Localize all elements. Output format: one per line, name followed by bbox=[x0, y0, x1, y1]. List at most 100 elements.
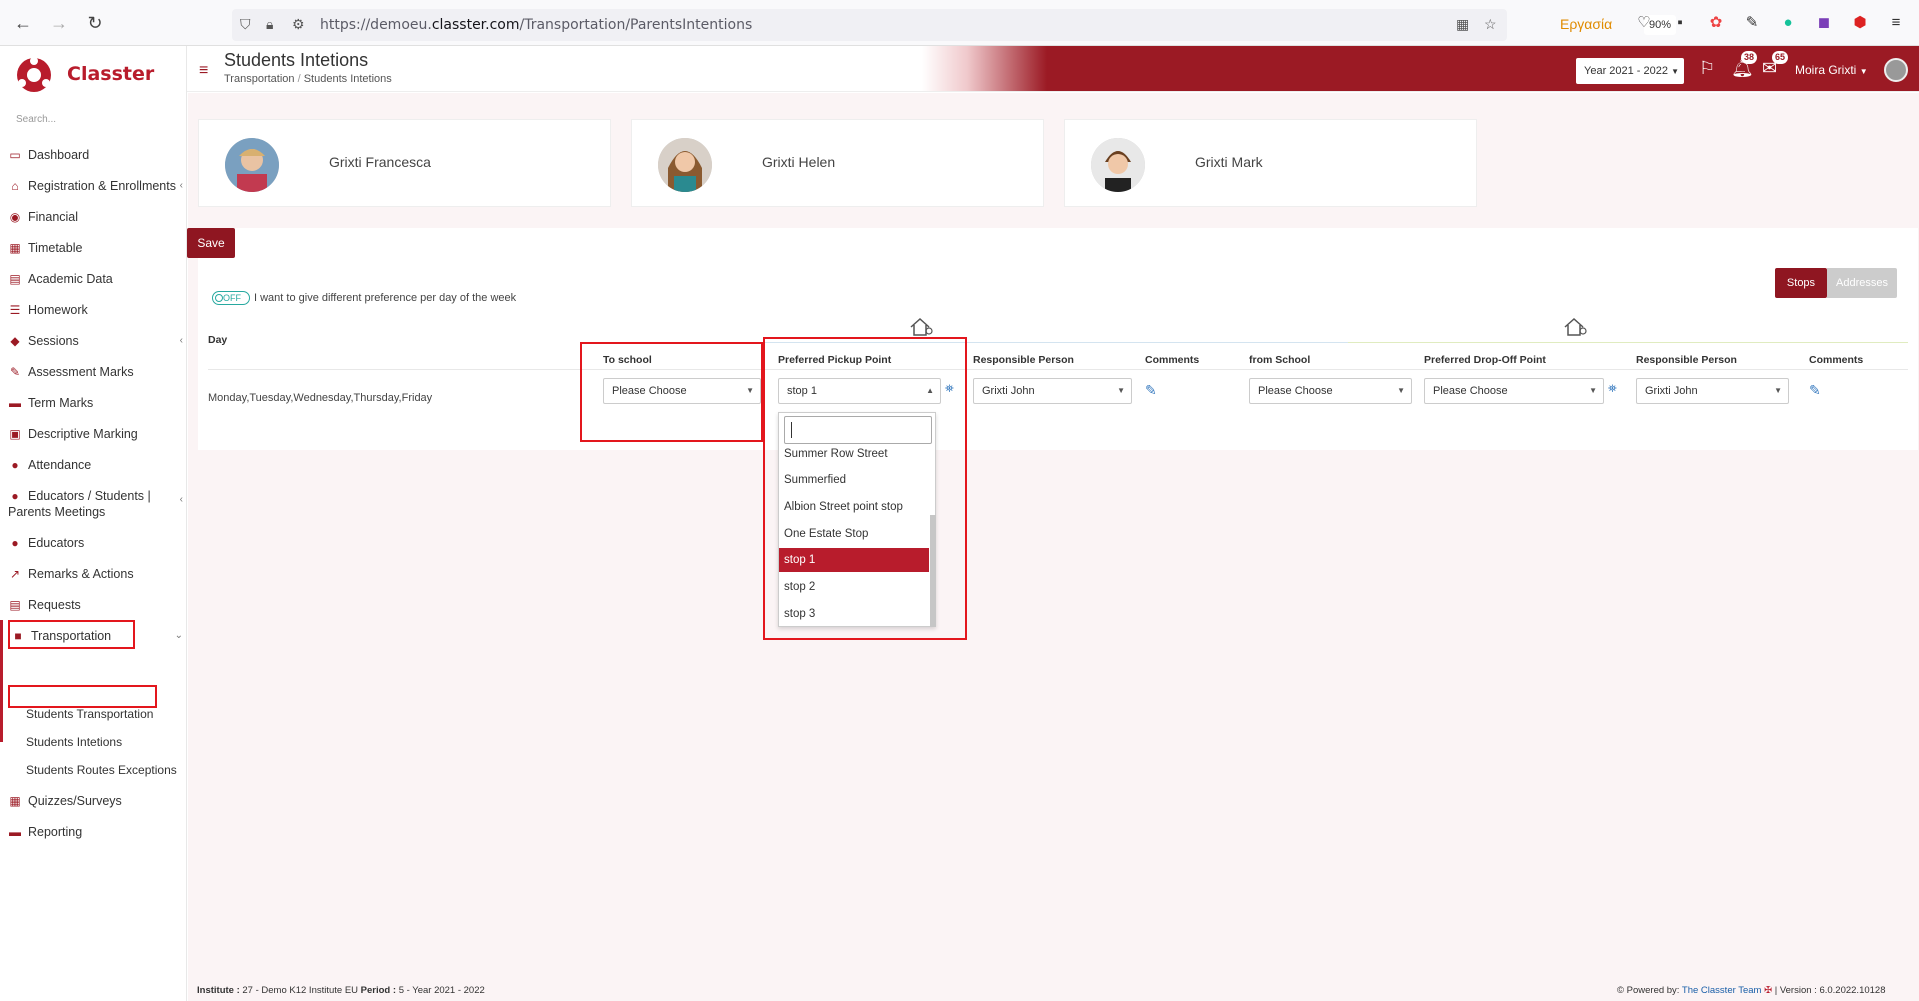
day-cell: Monday,Tuesday,Wednesday,Thursday,Friday bbox=[208, 392, 433, 404]
dropoff-location-icon[interactable]: ⛯ bbox=[1608, 383, 1617, 396]
forward-icon[interactable]: → bbox=[48, 12, 70, 34]
sidebar-sub-students-transportation[interactable]: Students Transportation bbox=[26, 707, 153, 721]
extensions-icon[interactable]: ▪ bbox=[1671, 14, 1689, 32]
year-select[interactable]: Year 2021 - 2022 ▼ bbox=[1576, 58, 1684, 84]
from-school-divider bbox=[1348, 342, 1908, 343]
qr-icon[interactable]: ▦ bbox=[1456, 16, 1469, 33]
avatar bbox=[1091, 138, 1145, 192]
highlight-pickup-column bbox=[763, 337, 967, 640]
meeting-icon: ● bbox=[11, 489, 19, 503]
print-icon: ▬ bbox=[9, 825, 21, 839]
chevron-down-icon: ⌄ bbox=[174, 630, 183, 641]
star-icon[interactable]: ☆ bbox=[1484, 16, 1497, 33]
sidebar-item-assessment-marks[interactable]: ✎ Assessment Marks bbox=[0, 360, 187, 384]
address-bar[interactable]: ⛉ 🔒︎ ⚙ https://demoeu.classter.com/Trans… bbox=[232, 9, 1676, 41]
messages-badge: 65 bbox=[1772, 51, 1789, 64]
sidebar-item-quizzes[interactable]: ▦ Quizzes/Surveys bbox=[0, 789, 187, 813]
sidebar-item-reporting[interactable]: ▬ Reporting bbox=[0, 820, 187, 844]
save-button[interactable]: Save bbox=[187, 228, 235, 258]
caret-down-icon: ▼ bbox=[1859, 67, 1868, 76]
footer-powered: © Powered by: The Classter Team ✠ | Vers… bbox=[1617, 985, 1886, 996]
flag-icon[interactable]: ⚐ bbox=[1699, 58, 1715, 79]
responsible-to-select[interactable]: Grixti John ▼ bbox=[973, 378, 1132, 404]
main-content: Grixti Francesca Grixti Helen Grixti Mar… bbox=[187, 93, 1919, 1001]
sidebar-item-descriptive-marking[interactable]: ▣ Descriptive Marking bbox=[0, 422, 187, 446]
student-card-helen[interactable]: Grixti Helen bbox=[631, 119, 1044, 207]
envelope-icon[interactable]: ✉ 65 bbox=[1762, 51, 1789, 79]
sidebar-item-timetable[interactable]: ▦ Timetable bbox=[0, 236, 187, 260]
header-comments-from: Comments bbox=[1809, 354, 1864, 366]
url-text: https://demoeu.classter.com/Transportati… bbox=[320, 17, 753, 33]
back-icon[interactable]: ← bbox=[12, 12, 34, 34]
highlight-to-school-column bbox=[580, 342, 763, 442]
adblock-icon[interactable]: ⬢ bbox=[1851, 14, 1869, 32]
chevron-left-icon: ‹ bbox=[179, 180, 183, 191]
chart-icon: ↗ bbox=[9, 567, 21, 581]
sidebar-item-financial[interactable]: ◉ Financial bbox=[0, 205, 187, 229]
student-card-francesca[interactable]: Grixti Francesca bbox=[198, 119, 611, 207]
caret-down-icon: ▼ bbox=[1671, 67, 1679, 76]
coins-icon: ◉ bbox=[9, 210, 21, 224]
sidebar-search[interactable]: Search... bbox=[16, 114, 56, 125]
request-icon: ▤ bbox=[9, 598, 21, 612]
classter-team-link[interactable]: The Classter Team bbox=[1682, 985, 1762, 996]
color-wheel-icon[interactable]: ✿ bbox=[1707, 14, 1725, 32]
bell-icon[interactable]: 🔔︎ 38 bbox=[1731, 51, 1758, 79]
list-icon: ☰ bbox=[9, 303, 21, 317]
breadcrumb: Transportation / Students Intetions bbox=[224, 73, 392, 85]
sidebar-item-dashboard[interactable]: ▭ Dashboard bbox=[0, 143, 187, 167]
header-dropoff-point: Preferred Drop-Off Point bbox=[1424, 354, 1546, 366]
header-divider bbox=[208, 369, 1908, 370]
caret-down-icon: ▼ bbox=[1589, 386, 1597, 395]
sidebar-item-registration[interactable]: ⌂ Registration & Enrollments ‹ bbox=[0, 174, 187, 198]
student-card-mark[interactable]: Grixti Mark bbox=[1064, 119, 1477, 207]
monitor-icon: ▭ bbox=[9, 148, 21, 162]
sidebar-item-remarks[interactable]: ↗ Remarks & Actions bbox=[0, 562, 187, 586]
permissions-icon: ⚙ bbox=[292, 16, 305, 32]
institution-icon: ⌂ bbox=[11, 179, 19, 193]
dropoff-point-select[interactable]: Please Choose ▼ bbox=[1424, 378, 1604, 404]
reload-icon[interactable]: ↻ bbox=[84, 12, 106, 34]
sidebar-item-homework[interactable]: ☰ Homework bbox=[0, 298, 187, 322]
book-icon: ▬ bbox=[9, 396, 21, 410]
footer-info: Institute : 27 - Demo K12 Institute EU P… bbox=[197, 985, 485, 996]
bookmark-ext-icon[interactable]: ◼ bbox=[1815, 14, 1833, 32]
menu-icon[interactable]: ≡ bbox=[1887, 14, 1905, 32]
from-school-select[interactable]: Please Choose ▼ bbox=[1249, 378, 1412, 404]
highlight-students-intetions bbox=[8, 685, 157, 708]
grammarly-icon[interactable]: ● bbox=[1779, 14, 1797, 32]
sidebar-item-academic-data[interactable]: ▤ Academic Data bbox=[0, 267, 187, 291]
comments-to-edit-icon[interactable]: ✎ bbox=[1145, 382, 1157, 399]
page-header: ≡ Students Intetions Transportation / St… bbox=[187, 46, 1919, 92]
header-responsible-to: Responsible Person bbox=[973, 354, 1074, 366]
sidebar-item-attendance[interactable]: ● Attendance bbox=[0, 453, 187, 477]
breadcrumb-transportation[interactable]: Transportation bbox=[224, 73, 295, 85]
sidebar-item-sessions[interactable]: ◆ Sessions ‹ bbox=[0, 329, 187, 353]
sidebar-sub-students-intetions[interactable]: Students Intetions bbox=[26, 735, 122, 749]
day-preference-toggle[interactable]: OFF bbox=[212, 291, 250, 305]
chevron-left-icon: ‹ bbox=[179, 335, 183, 346]
user-menu[interactable]: Moira Grixti ▼ bbox=[1795, 63, 1868, 77]
hamburger-icon[interactable]: ≡ bbox=[199, 62, 208, 80]
notifications-badge: 38 bbox=[1741, 51, 1758, 64]
stops-button[interactable]: Stops bbox=[1775, 268, 1827, 298]
header-comments-to: Comments bbox=[1145, 354, 1200, 366]
pocket-icon[interactable]: ♡ bbox=[1635, 14, 1653, 32]
avatar bbox=[225, 138, 279, 192]
sidebar-sub-routes-exceptions[interactable]: Students Routes Exceptions bbox=[26, 763, 177, 777]
responsible-from-select[interactable]: Grixti John ▼ bbox=[1636, 378, 1789, 404]
caret-down-icon: ▼ bbox=[1397, 386, 1405, 395]
sidebar-item-requests[interactable]: ▤ Requests bbox=[0, 593, 187, 617]
avatar[interactable] bbox=[1884, 58, 1908, 82]
container-label[interactable]: Εργασία bbox=[1560, 16, 1612, 32]
sidebar-item-term-marks[interactable]: ▬ Term Marks bbox=[0, 391, 187, 415]
sidebar-item-meetings[interactable]: ● Educators / Students | Parents Meetings ‹ bbox=[0, 484, 187, 524]
chevron-left-icon: ‹ bbox=[179, 494, 183, 505]
sessions-icon: ◆ bbox=[10, 334, 20, 348]
header-responsible-from: Responsible Person bbox=[1636, 354, 1737, 366]
addresses-button[interactable]: Addresses bbox=[1827, 268, 1897, 298]
quiz-icon: ▦ bbox=[9, 794, 21, 808]
sidebar-item-educators[interactable]: ● Educators bbox=[0, 531, 187, 555]
comments-from-edit-icon[interactable]: ✎ bbox=[1809, 382, 1821, 399]
eyedropper-icon[interactable]: ✎ bbox=[1743, 14, 1761, 32]
